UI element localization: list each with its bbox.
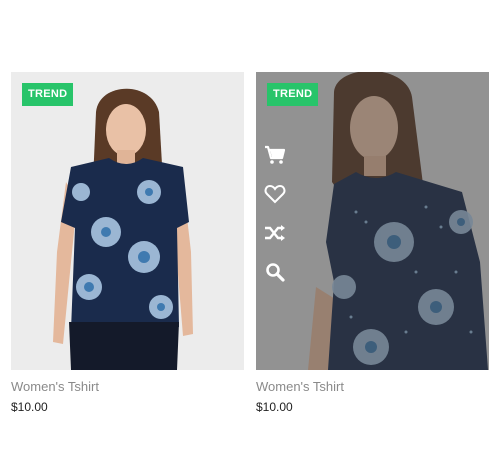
product-photo	[53, 88, 193, 370]
product-title[interactable]: Women's Tshirt	[256, 379, 489, 395]
search-icon	[266, 263, 285, 282]
heart-icon	[264, 184, 286, 204]
product-price: $10.00	[256, 400, 293, 414]
product-price: $10.00	[11, 400, 48, 414]
product-image[interactable]: TREND	[256, 72, 489, 370]
wishlist-button[interactable]	[264, 183, 286, 205]
add-to-cart-button[interactable]	[264, 144, 286, 166]
trend-badge: TREND	[267, 83, 319, 106]
product-card[interactable]: TREND Women's Tshirt $10.00	[256, 72, 489, 414]
trend-badge: TREND	[22, 83, 74, 106]
product-image[interactable]: TREND	[11, 72, 244, 370]
shuffle-icon	[265, 225, 285, 241]
product-title[interactable]: Women's Tshirt	[11, 379, 244, 395]
quick-actions	[264, 144, 286, 300]
product-card[interactable]: TREND Women's Tshirt $10.00	[11, 72, 244, 414]
compare-button[interactable]	[264, 222, 286, 244]
cart-icon	[265, 145, 286, 164]
quick-view-button[interactable]	[264, 261, 286, 283]
hover-overlay	[256, 72, 489, 370]
